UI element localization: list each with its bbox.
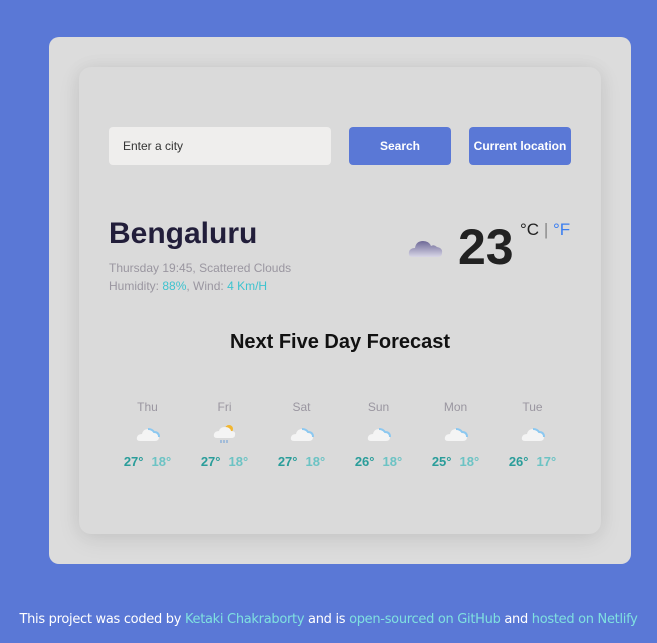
humidity-value: 88%: [162, 279, 187, 293]
author-link[interactable]: Ketaki Chakraborty: [185, 612, 305, 627]
netlify-link[interactable]: hosted on Netlify: [532, 612, 638, 627]
footer: This project was coded by Ketaki Chakrab…: [0, 612, 657, 627]
forecast-min-temp: 18°: [151, 454, 172, 469]
forecast-max-temp: 27°: [200, 454, 221, 469]
forecast-min-temp: 18°: [305, 454, 326, 469]
cloud-icon: [263, 420, 340, 448]
city-name: Bengaluru: [109, 217, 258, 250]
forecast-max-temp: 26°: [508, 454, 529, 469]
forecast-day-name: Sat: [292, 400, 311, 414]
unit-toggle: °C | °F: [520, 220, 570, 240]
humidity-wind: Humidity: 88%, Wind: 4 Km/H: [109, 279, 267, 293]
forecast-day-name: Mon: [443, 400, 468, 414]
cloud-icon: [109, 420, 186, 448]
footer-text: This project was coded by: [19, 612, 185, 627]
forecast-day-name: Sun: [367, 400, 390, 414]
forecast-min-temp: 17°: [536, 454, 557, 469]
forecast-day: Tue 26° 17°: [494, 400, 571, 469]
app-container: Search Current location Bengaluru Thursd…: [49, 37, 631, 564]
forecast-day: Sat 27° 18°: [263, 400, 340, 469]
weather-card: Search Current location Bengaluru Thursd…: [79, 67, 601, 534]
date-description: Thursday 19:45, Scattered Clouds: [109, 261, 292, 275]
forecast-day-name: Fri: [217, 400, 232, 414]
wind-label: , Wind:: [186, 279, 228, 293]
forecast-day-name: Thu: [137, 400, 158, 414]
forecast-min-temp: 18°: [228, 454, 249, 469]
forecast-max-temp: 27°: [123, 454, 144, 469]
cloud-icon: [407, 235, 445, 261]
footer-text: and is: [304, 612, 350, 627]
forecast-title: Next Five Day Forecast: [229, 331, 451, 353]
forecast-day: Sun 26° 18°: [340, 400, 417, 469]
unit-separator: |: [543, 220, 549, 239]
cloud-icon: [417, 420, 494, 448]
forecast-day-name: Tue: [522, 400, 543, 414]
fahrenheit-link[interactable]: °F: [553, 220, 570, 239]
forecast-day: Fri 27° 18°: [186, 400, 263, 469]
forecast-min-temp: 18°: [382, 454, 403, 469]
current-location-button[interactable]: Current location: [469, 127, 571, 165]
forecast-max-temp: 26°: [354, 454, 375, 469]
city-search-input[interactable]: [109, 127, 331, 165]
search-button[interactable]: Search: [349, 127, 451, 165]
forecast-max-temp: 27°: [277, 454, 298, 469]
day-time: Thursday 19:45: [109, 261, 193, 275]
cloud-icon: [340, 420, 417, 448]
weather-description: Scattered Clouds: [199, 261, 292, 275]
github-link[interactable]: open-sourced on GitHub: [349, 612, 501, 627]
celsius-unit[interactable]: °C: [520, 220, 539, 239]
sun-rain-cloud-icon: [186, 420, 263, 448]
forecast-list: Thu 27° 18° Fri 27° 18° Sat 27° 18° Sun 26°…: [109, 400, 571, 469]
footer-text: and: [500, 612, 532, 627]
forecast-day: Thu 27° 18°: [109, 400, 186, 469]
forecast-min-temp: 18°: [459, 454, 480, 469]
forecast-day: Mon 25° 18°: [417, 400, 494, 469]
cloud-icon: [494, 420, 571, 448]
forecast-max-temp: 25°: [431, 454, 452, 469]
wind-value: 4 Km/H: [227, 279, 268, 293]
current-temperature: 23: [458, 219, 514, 275]
humidity-label: Humidity:: [109, 279, 163, 293]
